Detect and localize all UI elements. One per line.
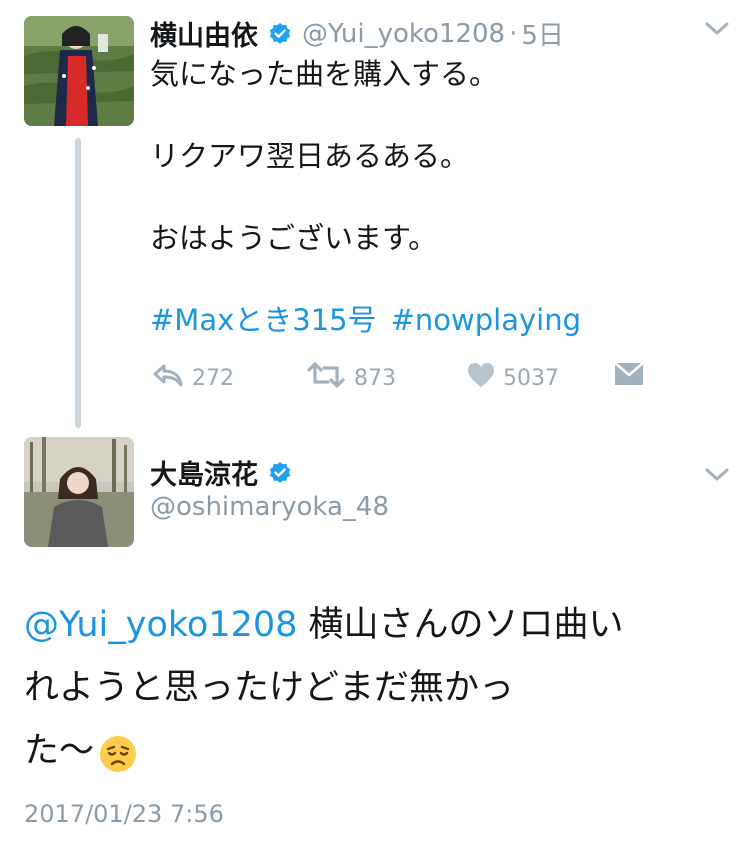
author-name[interactable]: 大島涼花 [150, 453, 258, 492]
direct-message-button[interactable] [614, 362, 644, 392]
like-count: 5037 [503, 365, 559, 391]
like-button[interactable]: 5037 [467, 362, 559, 394]
reply-line-1: @Yui_yoko1208 横山さんのソロ曲い [24, 594, 734, 657]
tweet-line-1: 気になった曲を購入する。 [150, 57, 499, 91]
hashtag-link[interactable]: #nowplaying [391, 300, 581, 340]
reply-icon [152, 362, 184, 394]
avatar-ryoka[interactable] [24, 437, 134, 547]
chevron-down-icon[interactable] [704, 20, 730, 42]
retweet-count: 873 [354, 365, 396, 391]
reply-button[interactable]: 272 [152, 362, 234, 394]
hashtag-row: #Maxとき315号 #nowplaying [150, 300, 581, 340]
reply-line-3: た〜 [24, 720, 734, 783]
hashtag-link[interactable]: #Maxとき315号 [150, 300, 377, 340]
author-name[interactable]: 横山由依 [150, 14, 258, 53]
reply-count: 272 [192, 365, 234, 391]
parent-tweet-header: 横山由依 @Yui_yoko1208 · 5日 [150, 14, 564, 53]
reply-text-part: た〜 [24, 731, 95, 771]
reply-tweet-header: 大島涼花 [150, 453, 292, 492]
disappointed-face-icon [98, 732, 138, 772]
verified-badge-icon [268, 461, 292, 485]
tweet-line-2: リクアワ翌日あるある。 [150, 139, 470, 173]
mention-link[interactable]: @Yui_yoko1208 [24, 605, 297, 645]
retweet-button[interactable]: 873 [306, 362, 396, 394]
thread-connector [75, 138, 81, 428]
retweet-icon [306, 362, 346, 394]
reply-body: @Yui_yoko1208 横山さんのソロ曲い れようと思ったけどまだ無かっ た… [24, 594, 734, 783]
author-handle[interactable]: @oshimaryoka_48 [150, 492, 389, 522]
chevron-down-icon[interactable] [704, 466, 730, 488]
avatar-image [24, 437, 134, 547]
verified-badge-icon [268, 22, 292, 46]
heart-icon [467, 362, 495, 394]
time-ago[interactable]: 5日 [521, 15, 564, 52]
tweet-timestamp[interactable]: 2017/01/23 7:56 [24, 800, 224, 828]
meta-dot: · [509, 18, 518, 49]
avatar-image [24, 16, 134, 126]
author-handle[interactable]: @Yui_yoko1208 [302, 19, 505, 49]
avatar-yui[interactable] [24, 16, 134, 126]
tweet-line-3: おはようございます。 [150, 221, 438, 255]
reply-text-part: 横山さんのソロ曲い [297, 605, 624, 645]
direct-message-icon [614, 362, 644, 392]
reply-line-2: れようと思ったけどまだ無かっ [24, 668, 515, 708]
